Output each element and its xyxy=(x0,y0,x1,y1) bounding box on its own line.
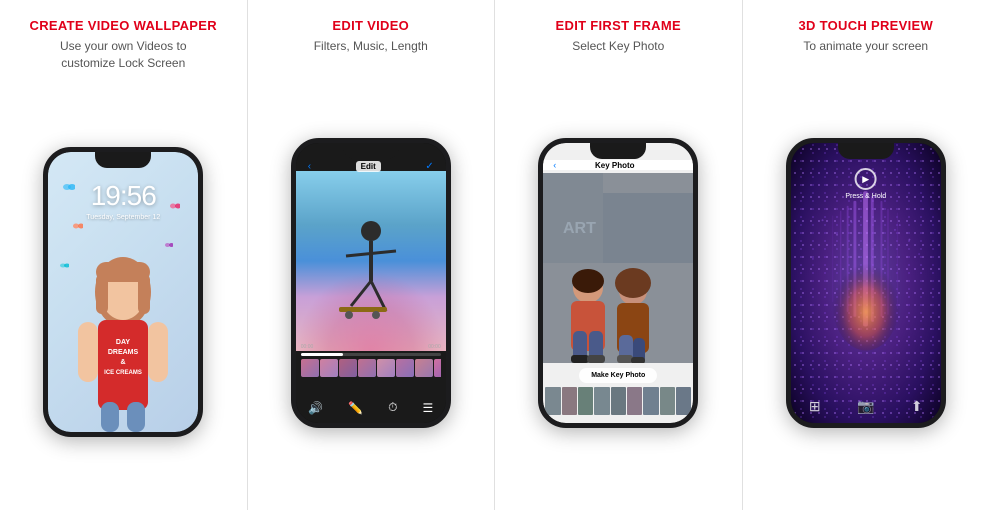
panel-2-subtitle: Filters, Music, Length xyxy=(314,38,428,55)
phone-2-main-video xyxy=(296,171,446,351)
phone-4-toolbar: ⊞ 📷 ⬆ xyxy=(791,398,941,415)
girl-figure: DAY DREAMS & ICE CREAMS xyxy=(68,232,178,432)
panel-3d-touch: 3D TOUCH PREVIEW To animate your screen xyxy=(743,0,989,510)
phone-3-header: ‹ Key Photo xyxy=(543,160,693,170)
time-end: 00:00 xyxy=(428,344,441,350)
edit-label: Edit xyxy=(356,161,381,172)
panel-2-title: EDIT VIDEO xyxy=(332,18,409,33)
grid-icon: ⊞ xyxy=(809,398,821,415)
timeline-progress xyxy=(301,353,343,356)
panel-4-subtitle: To animate your screen xyxy=(803,38,928,55)
film-thumb-1 xyxy=(545,387,560,415)
phone-1: 19:56 Tuesday, September 12 xyxy=(43,147,203,437)
film-thumb-6 xyxy=(627,387,642,415)
svg-text:DREAMS: DREAMS xyxy=(108,349,139,356)
share-icon: ⬆ xyxy=(911,398,923,415)
clock-icon: ⏱ xyxy=(388,400,397,415)
film-thumb-9 xyxy=(676,387,691,415)
svg-text:&: & xyxy=(121,359,126,366)
film-thumb-4 xyxy=(594,387,609,415)
panel-2-phone-wrap: ‹ Edit ✓ xyxy=(291,67,451,500)
film-thumb-3 xyxy=(578,387,593,415)
phone-2: ‹ Edit ✓ xyxy=(291,138,451,428)
phone-3-main-photo: ART xyxy=(543,173,693,363)
thumb-7 xyxy=(415,359,433,377)
phone-2-header: ‹ Edit ✓ xyxy=(296,161,446,172)
thumb-6 xyxy=(396,359,414,377)
thumb-2 xyxy=(320,359,338,377)
panel-1-title: CREATE VIDEO WALLPAPER xyxy=(30,18,217,33)
butterfly-icon-3 xyxy=(73,222,83,230)
layers-icon: ☰ xyxy=(422,401,433,415)
press-hold-label: ▶ Press & Hold xyxy=(845,168,886,200)
panel-1-subtitle: Use your own Videos tocustomize Lock Scr… xyxy=(60,38,187,72)
phone-2-timeline: 00:00 00:00 xyxy=(301,344,441,377)
svg-text:ART: ART xyxy=(563,220,596,237)
girls-photo: ART xyxy=(543,173,693,363)
panel-4-title: 3D TOUCH PREVIEW xyxy=(798,18,933,33)
film-thumb-7 xyxy=(643,387,658,415)
svg-text:ICE CREAMS: ICE CREAMS xyxy=(104,370,142,376)
butterfly-icon-2 xyxy=(170,202,180,210)
thumb-3 xyxy=(339,359,357,377)
thumb-8 xyxy=(434,359,441,377)
phone-1-time: 19:56 xyxy=(91,180,156,212)
svg-text:DAY: DAY xyxy=(116,339,130,346)
graffiti-bg: ART xyxy=(543,173,693,363)
back-chevron-icon: ‹ xyxy=(308,161,311,172)
key-photo-label: Key Photo xyxy=(595,161,635,170)
film-thumb-8 xyxy=(660,387,675,415)
volume-icon: 🔊 xyxy=(308,401,323,415)
panel-3-subtitle: Select Key Photo xyxy=(572,38,664,55)
panel-edit-video: EDIT VIDEO Filters, Music, Length ‹ Edit… xyxy=(248,0,496,510)
timeline-bar xyxy=(301,353,441,356)
phone-4-screen: ▶ Press & Hold ⊞ 📷 ⬆ xyxy=(791,143,941,423)
camera-icon: 📷 xyxy=(857,398,874,415)
thumb-1 xyxy=(301,359,319,377)
skater-figure xyxy=(331,211,411,331)
back-chevron-icon-3: ‹ xyxy=(553,160,556,170)
butterfly-icon-1 xyxy=(63,182,75,192)
film-thumb-5 xyxy=(611,387,626,415)
panel-edit-first-frame: EDIT FIRST FRAME Select Key Photo ‹ Key … xyxy=(495,0,743,510)
press-hold-text: Press & Hold xyxy=(845,193,886,200)
phone-4: ▶ Press & Hold ⊞ 📷 ⬆ xyxy=(786,138,946,428)
thumbnail-strip xyxy=(301,359,441,377)
phone-2-screen: ‹ Edit ✓ xyxy=(296,143,446,423)
timeline-times: 00:00 00:00 xyxy=(301,344,441,350)
thumb-4 xyxy=(358,359,376,377)
time-start: 00:00 xyxy=(301,344,314,350)
phone-1-screen: 19:56 Tuesday, September 12 xyxy=(48,152,198,432)
thumb-5 xyxy=(377,359,395,377)
phone-3-filmstrip xyxy=(543,387,693,415)
panel-4-phone-wrap: ▶ Press & Hold ⊞ 📷 ⬆ xyxy=(786,67,946,500)
panel-create-video-wallpaper: CREATE VIDEO WALLPAPER Use your own Vide… xyxy=(0,0,248,510)
make-key-photo-button[interactable]: Make Key Photo xyxy=(579,368,657,383)
phone-3-screen: ‹ Key Photo ART xyxy=(543,143,693,423)
edit-icon: ✏️ xyxy=(348,401,363,415)
phone-2-toolbar: 🔊 ✏️ ⏱ ☰ xyxy=(296,400,446,415)
panel-1-phone-wrap: 19:56 Tuesday, September 12 xyxy=(43,84,203,500)
phone-3: ‹ Key Photo ART xyxy=(538,138,698,428)
panel-3-phone-wrap: ‹ Key Photo ART xyxy=(538,67,698,500)
panel-3-title: EDIT FIRST FRAME xyxy=(556,18,681,33)
checkmark-icon: ✓ xyxy=(425,161,433,172)
phone-1-date: Tuesday, September 12 xyxy=(86,214,160,221)
play-icon-circle: ▶ xyxy=(855,168,877,190)
film-thumb-2 xyxy=(562,387,577,415)
